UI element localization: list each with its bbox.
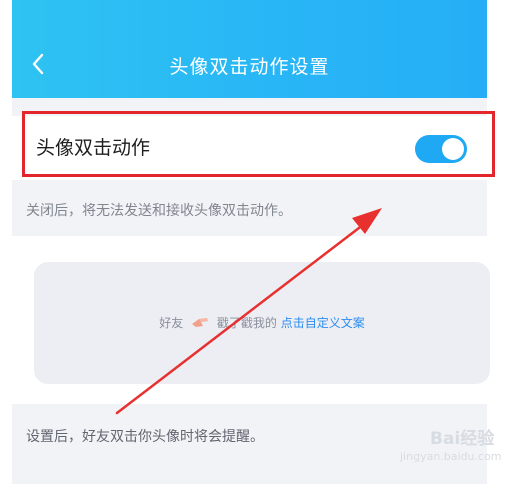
poke-hand-icon xyxy=(191,316,209,331)
after-setting-description: 设置后，好友双击你头像时将会提醒。 xyxy=(26,429,264,445)
preview-text: 好友 戳了戳我的 点击自定义文案 xyxy=(34,314,490,331)
left-margin xyxy=(0,0,12,484)
right-margin xyxy=(487,0,513,484)
watermark-site: jingyan.baidu.com xyxy=(400,450,502,463)
disable-description: 关闭后，将无法发送和接收头像双击动作。 xyxy=(26,203,292,219)
preview-middle: 戳了戳我的 xyxy=(216,316,277,330)
watermark-brand: Bai经验 xyxy=(430,429,495,449)
title-bar: 头像双击动作设置 xyxy=(12,0,487,98)
baidu-watermark: Bai经验 jingyan.baidu.com xyxy=(400,424,512,480)
page-title: 头像双击动作设置 xyxy=(169,56,330,78)
highlight-box xyxy=(22,111,495,177)
preview-prefix: 好友 xyxy=(159,316,184,330)
customize-text-link[interactable]: 点击自定义文案 xyxy=(281,316,365,330)
preview-section: 好友 戳了戳我的 点击自定义文案 xyxy=(12,236,490,404)
preview-card: 好友 戳了戳我的 点击自定义文案 xyxy=(34,262,490,384)
